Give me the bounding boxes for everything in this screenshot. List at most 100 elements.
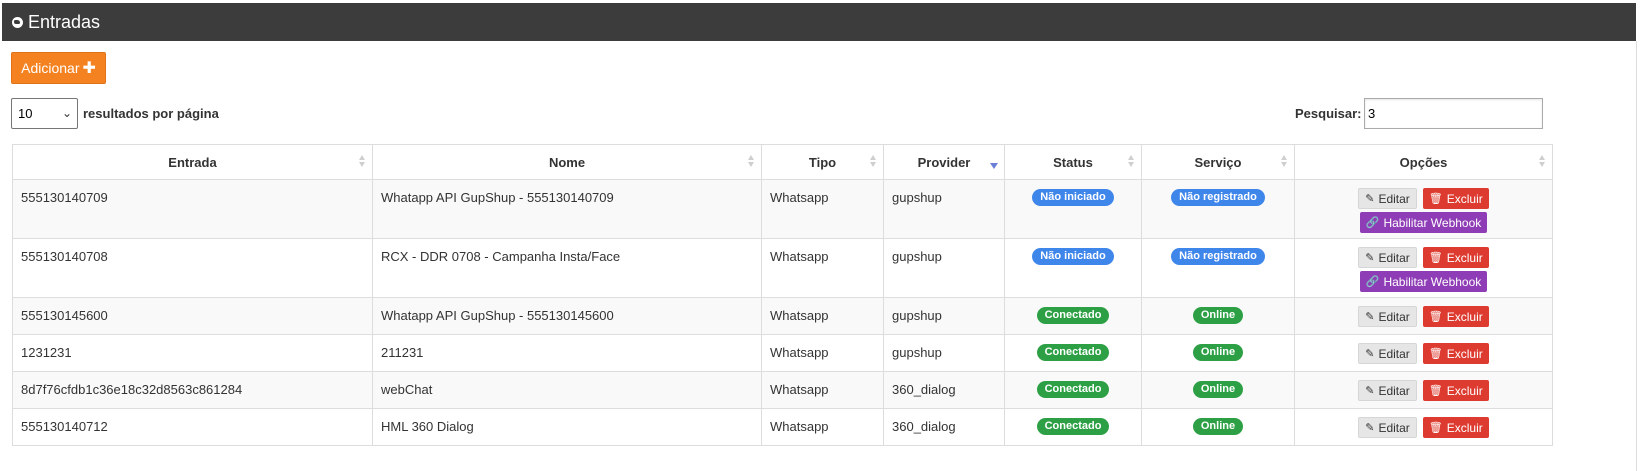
edit-icon: ✎: [1365, 422, 1375, 434]
enable-webhook-button[interactable]: 🔗 Habilitar Webhook: [1359, 212, 1488, 233]
column-header-opcoes[interactable]: Opções: [1294, 144, 1553, 180]
column-header-nome[interactable]: Nome: [372, 144, 762, 180]
add-button-label: Adicionar: [21, 60, 80, 76]
cell-entrada: 555130145600: [12, 297, 373, 335]
page-length-select[interactable]: 10 ⌄: [11, 98, 78, 129]
delete-label: Excluir: [1446, 309, 1483, 324]
delete-label: Excluir: [1446, 191, 1483, 206]
column-header-provider[interactable]: Provider: [883, 144, 1005, 180]
column-label: Provider: [917, 154, 971, 170]
nome-text: Whatapp API GupShup - 555130140709: [381, 190, 614, 205]
sort-icon: [870, 155, 877, 169]
cell-servico: Online: [1141, 334, 1295, 372]
entrada-text: 555130145600: [21, 308, 108, 323]
entries-table: Entrada Nome Tipo Provider Status Serviç…: [12, 144, 1553, 446]
trash-icon: 🗑: [1428, 385, 1443, 397]
add-button[interactable]: Adicionar ✚: [11, 52, 106, 84]
status-badge: Conectado: [1036, 381, 1110, 398]
webhook-label: Habilitar Webhook: [1383, 215, 1482, 230]
edit-label: Editar: [1378, 191, 1410, 206]
service-badge: Online: [1192, 381, 1244, 398]
page-length-value: 10: [18, 106, 33, 121]
cell-opcoes: ✎ Editar 🗑 Excluir: [1294, 408, 1553, 446]
delete-button[interactable]: 🗑 Excluir: [1422, 306, 1489, 327]
provider-text: 360_dialog: [892, 382, 956, 397]
edit-button[interactable]: ✎ Editar: [1358, 380, 1417, 401]
column-header-entrada[interactable]: Entrada: [12, 144, 373, 180]
cell-tipo: Whatsapp: [761, 408, 884, 446]
cell-servico: Não registrado: [1141, 238, 1295, 298]
edit-label: Editar: [1378, 309, 1410, 324]
edit-button[interactable]: ✎ Editar: [1358, 188, 1417, 209]
link-icon: 🔗: [1365, 217, 1380, 229]
provider-text: gupshup: [892, 190, 942, 205]
edit-icon: ✎: [1365, 385, 1375, 397]
edit-button[interactable]: ✎ Editar: [1358, 343, 1417, 364]
edit-label: Editar: [1378, 383, 1410, 398]
delete-button[interactable]: 🗑 Excluir: [1422, 380, 1489, 401]
column-label: Serviço: [1194, 154, 1242, 170]
column-header-status[interactable]: Status: [1004, 144, 1142, 180]
cell-tipo: Whatsapp: [761, 297, 884, 335]
status-badge: Conectado: [1036, 344, 1110, 361]
status-badge: Conectado: [1036, 418, 1110, 435]
cell-opcoes: ✎ Editar 🗑 Excluir: [1294, 334, 1553, 372]
service-badge: Online: [1192, 418, 1244, 435]
edit-button[interactable]: ✎ Editar: [1358, 417, 1417, 438]
service-badge: Não registrado: [1171, 189, 1265, 206]
tipo-text: Whatsapp: [770, 419, 829, 434]
edit-icon: ✎: [1365, 252, 1375, 264]
entrada-text: 555130140708: [21, 249, 108, 264]
cell-servico: Online: [1141, 371, 1295, 409]
service-badge: Online: [1192, 307, 1244, 324]
edit-icon: ✎: [1365, 348, 1375, 360]
globe-icon: [12, 16, 23, 28]
entrada-text: 8d7f76cfdb1c36e18c32d8563c861284: [21, 382, 243, 397]
delete-button[interactable]: 🗑 Excluir: [1422, 188, 1489, 209]
cell-nome: Whatapp API GupShup - 555130145600: [372, 297, 762, 335]
enable-webhook-button[interactable]: 🔗 Habilitar Webhook: [1359, 271, 1488, 292]
cell-status: Conectado: [1004, 334, 1142, 372]
cell-provider: gupshup: [883, 297, 1005, 335]
delete-button[interactable]: 🗑 Excluir: [1422, 247, 1489, 268]
delete-label: Excluir: [1446, 250, 1483, 265]
search-input[interactable]: [1364, 98, 1543, 129]
cell-entrada: 555130140709: [12, 179, 373, 239]
panel-header: Entradas: [2, 3, 1636, 41]
sort-icon: [359, 155, 366, 169]
edit-label: Editar: [1378, 346, 1410, 361]
cell-entrada: 555130140712: [12, 408, 373, 446]
edit-icon: ✎: [1365, 311, 1375, 323]
nome-text: Whatapp API GupShup - 555130145600: [381, 308, 614, 323]
divider: [1636, 41, 1637, 471]
nome-text: 211231: [381, 345, 424, 360]
column-header-tipo[interactable]: Tipo: [761, 144, 884, 180]
cell-nome: RCX - DDR 0708 - Campanha Insta/Face: [372, 238, 762, 298]
page-length-label: resultados por página: [83, 106, 219, 121]
cell-nome: Whatapp API GupShup - 555130140709: [372, 179, 762, 239]
entrada-text: 1231231: [21, 345, 72, 360]
sort-icon: [748, 155, 755, 169]
delete-button[interactable]: 🗑 Excluir: [1422, 343, 1489, 364]
entrada-text: 555130140709: [21, 190, 108, 205]
cell-opcoes: ✎ Editar 🗑 Excluir 🔗 Habilitar Webhook: [1294, 179, 1553, 239]
column-label: Tipo: [808, 154, 837, 170]
sort-icon: [1539, 155, 1546, 169]
entrada-text: 555130140712: [21, 419, 108, 434]
column-header-servico[interactable]: Serviço: [1141, 144, 1295, 180]
column-label: Opções: [1399, 154, 1448, 170]
trash-icon: 🗑: [1428, 252, 1443, 264]
plus-icon: ✚: [82, 60, 96, 77]
delete-button[interactable]: 🗑 Excluir: [1422, 417, 1489, 438]
table-row: 1231231 211231 Whatsapp gupshup Conectado Onl…: [12, 334, 1553, 372]
status-badge: Não iniciado: [1032, 189, 1114, 206]
tipo-text: Whatsapp: [770, 190, 829, 205]
edit-button[interactable]: ✎ Editar: [1358, 306, 1417, 327]
column-label: Entrada: [168, 154, 217, 170]
provider-text: gupshup: [892, 308, 942, 323]
cell-opcoes: ✎ Editar 🗑 Excluir 🔗 Habilitar Webhook: [1294, 238, 1553, 298]
edit-button[interactable]: ✎ Editar: [1358, 247, 1417, 268]
column-label: Status: [1053, 154, 1093, 170]
table-header-row: Entrada Nome Tipo Provider Status Serviç…: [12, 144, 1553, 180]
chevron-down-icon: ⌄: [61, 106, 72, 120]
